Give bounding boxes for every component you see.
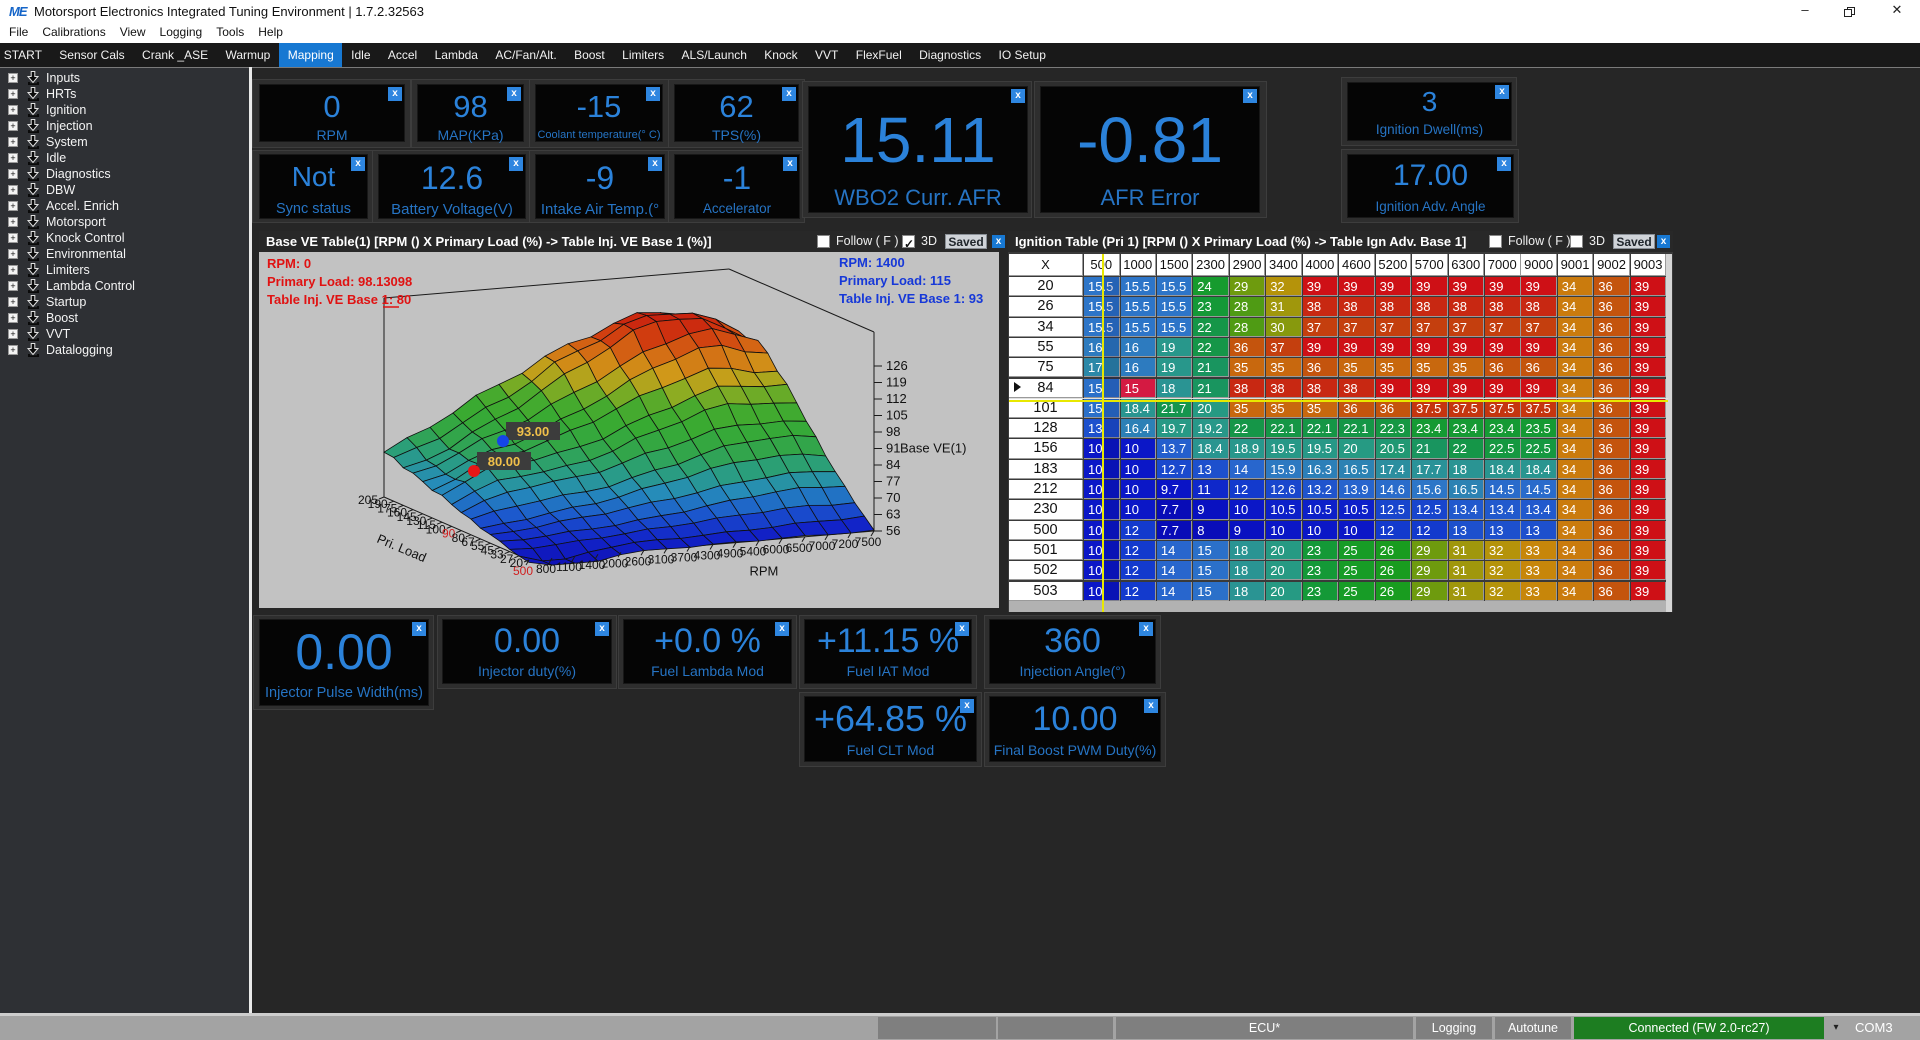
svg-text:93.00: 93.00	[517, 424, 550, 439]
svg-text:7500: 7500	[855, 535, 882, 549]
svg-text:Table Inj. VE Base 1: 80: Table Inj. VE Base 1: 80	[267, 292, 411, 307]
svg-text:80.00: 80.00	[488, 454, 521, 469]
svg-text:RPM: RPM	[750, 564, 779, 579]
svg-text:98: 98	[886, 424, 900, 439]
svg-text:91: 91	[886, 441, 900, 456]
svg-text:119: 119	[886, 375, 907, 390]
svg-text:800: 800	[536, 562, 556, 576]
svg-text:Primary Load: 115: Primary Load: 115	[839, 273, 951, 288]
svg-text:Primary Load: 98.13098: Primary Load: 98.13098	[267, 274, 412, 289]
svg-text:Table Inj. VE Base 1: 93: Table Inj. VE Base 1: 93	[839, 291, 983, 306]
svg-text:56: 56	[886, 523, 900, 538]
svg-text:126: 126	[886, 358, 908, 373]
svg-text:63: 63	[886, 507, 900, 522]
svg-text:Pri. Load: Pri. Load	[375, 531, 429, 565]
svg-text:77: 77	[886, 474, 900, 489]
svg-text:84: 84	[886, 457, 900, 472]
svg-text:RPM: 0: RPM: 0	[267, 256, 311, 271]
svg-text:20: 20	[510, 556, 524, 570]
svg-text:70: 70	[886, 490, 900, 505]
svg-text:112: 112	[886, 391, 907, 406]
svg-text:105: 105	[886, 408, 908, 423]
svg-text:Base VE(1): Base VE(1)	[900, 441, 966, 456]
svg-text:RPM: 1400: RPM: 1400	[839, 255, 905, 270]
